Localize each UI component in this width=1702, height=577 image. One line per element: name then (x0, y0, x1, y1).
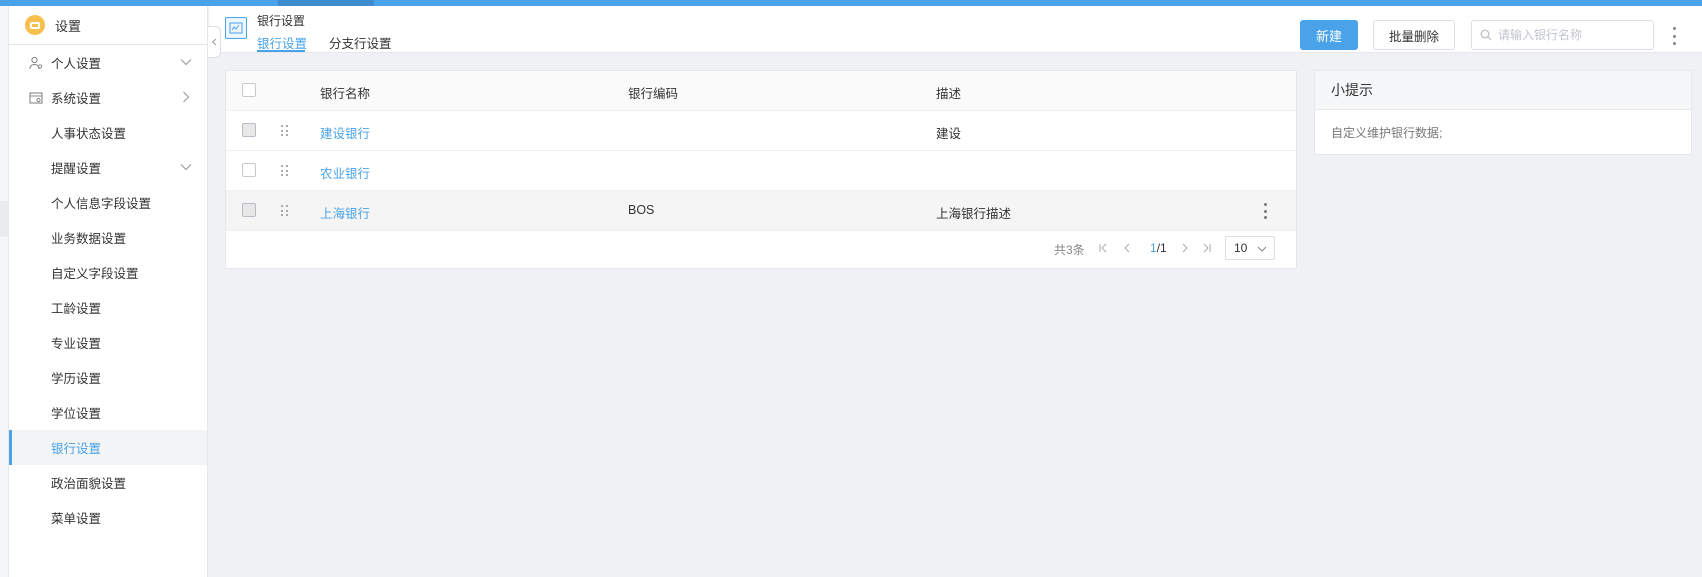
pagination: 共3条 1/1 10 (226, 236, 1296, 260)
drag-handle-icon[interactable] (281, 165, 289, 177)
column-header-bank-code: 银行编码 (628, 87, 679, 101)
sidebar-item-label: 工龄设置 (51, 302, 102, 316)
bank-table: 银行名称 银行编码 描述 建设银行 建设 农业银行 上海银行 BOS 上海银行描… (225, 70, 1297, 269)
table-row[interactable]: 农业银行 (226, 151, 1296, 191)
sidebar-item-label: 菜单设置 (51, 512, 102, 526)
sidebar-item-label: 自定义字段设置 (51, 267, 139, 281)
sidebar-item-label: 提醒设置 (51, 162, 102, 176)
page-size-select[interactable]: 10 (1225, 236, 1275, 260)
column-header-description: 描述 (936, 87, 962, 101)
table-header-row: 银行名称 银行编码 描述 (226, 71, 1296, 111)
sidebar-collapse-button[interactable] (208, 26, 221, 58)
sidebar-item-label: 银行设置 (51, 442, 102, 456)
prev-page-icon[interactable] (1120, 240, 1134, 256)
tips-panel: 小提示 自定义维护银行数据; (1314, 70, 1692, 155)
sidebar-item-label: 个人信息字段设置 (51, 197, 152, 211)
bank-name-link[interactable]: 上海银行 (320, 203, 370, 222)
search-box (1471, 20, 1654, 50)
sidebar-item-system-settings[interactable]: 系统设置 (9, 80, 207, 115)
page-size-value: 10 (1234, 241, 1248, 255)
search-icon (1480, 29, 1492, 41)
system-settings-icon (29, 91, 43, 105)
page-indicator: 1/1 (1150, 241, 1167, 255)
sidebar-item-custom-fields[interactable]: 自定义字段设置 (9, 255, 207, 290)
sidebar-item-label: 个人设置 (51, 57, 102, 71)
sidebar: 设置 个人设置 系统设置 人事状态设置 提醒设置 个人信息字段设置 业务数据设置… (9, 6, 208, 577)
sidebar-item-label: 学位设置 (51, 407, 102, 421)
page-title: 银行设置 (257, 14, 306, 28)
page-header: 银行设置 银行设置 分支行设置 新建 批量删除 (209, 6, 1702, 53)
sidebar-item-degree[interactable]: 学位设置 (9, 395, 207, 430)
bank-name-link[interactable]: 农业银行 (320, 163, 370, 182)
column-header-bank-name: 银行名称 (320, 87, 371, 101)
tab-branch-settings[interactable]: 分支行设置 (329, 33, 392, 52)
sidebar-item-seniority[interactable]: 工龄设置 (9, 290, 207, 325)
current-page: 1 (1150, 241, 1157, 255)
chevron-down-icon (1257, 246, 1267, 252)
pagination-total: 共3条 (1054, 243, 1085, 257)
row-checkbox[interactable] (242, 163, 256, 177)
sidebar-item-political-status[interactable]: 政治面貌设置 (9, 465, 207, 500)
sidebar-item-label: 学历设置 (51, 372, 102, 386)
sidebar-title: 设置 (55, 18, 82, 34)
table-row[interactable]: 上海银行 BOS 上海银行描述 (226, 191, 1296, 231)
sidebar-item-personal-settings[interactable]: 个人设置 (9, 45, 207, 80)
active-tab-underline (257, 50, 305, 52)
chevron-down-icon (180, 59, 192, 66)
chevron-right-icon (183, 91, 190, 103)
sidebar-item-business-data[interactable]: 业务数据设置 (9, 220, 207, 255)
chevron-left-icon (211, 38, 217, 46)
chevron-down-icon (180, 164, 192, 171)
batch-delete-button[interactable]: 批量删除 (1373, 20, 1455, 50)
drag-handle-icon[interactable] (281, 205, 289, 217)
sidebar-item-label: 人事状态设置 (51, 127, 127, 141)
tips-title: 小提示 (1315, 71, 1691, 110)
more-options-icon[interactable] (1669, 25, 1679, 47)
bank-name-link[interactable]: 建设银行 (320, 123, 370, 142)
sidebar-item-bank[interactable]: 银行设置 (9, 430, 207, 465)
table-row[interactable]: 建设银行 建设 (226, 111, 1296, 151)
row-more-icon[interactable] (1262, 203, 1268, 219)
new-button[interactable]: 新建 (1300, 20, 1358, 50)
sidebar-item-education[interactable]: 学历设置 (9, 360, 207, 395)
settings-logo-icon (25, 15, 45, 35)
total-pages: /1 (1156, 241, 1167, 255)
row-checkbox[interactable] (242, 203, 256, 217)
bank-code: BOS (628, 203, 655, 217)
sidebar-item-label: 业务数据设置 (51, 232, 127, 246)
sidebar-item-label: 专业设置 (51, 337, 102, 351)
last-page-icon[interactable] (1200, 240, 1214, 256)
drag-handle-icon[interactable] (281, 125, 289, 137)
sidebar-item-reminder[interactable]: 提醒设置 (9, 150, 207, 185)
left-edge-marker (0, 201, 8, 237)
next-page-icon[interactable] (1178, 240, 1192, 256)
first-page-icon[interactable] (1096, 240, 1110, 256)
sidebar-item-hr-status[interactable]: 人事状态设置 (9, 115, 207, 150)
sidebar-item-label: 系统设置 (51, 92, 102, 106)
sidebar-item-label: 政治面貌设置 (51, 477, 127, 491)
user-settings-icon (29, 56, 43, 70)
sidebar-item-major[interactable]: 专业设置 (9, 325, 207, 360)
sidebar-item-personal-info-fields[interactable]: 个人信息字段设置 (9, 185, 207, 220)
row-checkbox[interactable] (242, 123, 256, 137)
search-input[interactable] (1498, 28, 1648, 42)
select-all-checkbox[interactable] (242, 83, 256, 97)
bank-description: 上海银行描述 (936, 207, 1012, 221)
tips-body: 自定义维护银行数据; (1331, 126, 1443, 140)
left-edge-strip (0, 6, 9, 577)
bank-settings-icon (225, 17, 247, 39)
sidebar-item-menu[interactable]: 菜单设置 (9, 500, 207, 535)
sidebar-header: 设置 (9, 6, 207, 45)
bank-description: 建设 (936, 127, 962, 141)
